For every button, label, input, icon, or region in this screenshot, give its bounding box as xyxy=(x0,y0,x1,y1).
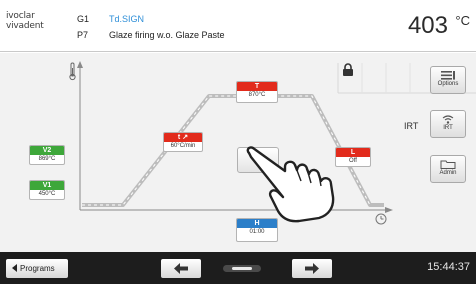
x-axis-arrow xyxy=(385,207,393,213)
lock-icon[interactable] xyxy=(341,63,355,77)
header: ivoclar vivadent G1 P7 Td.SIGN Glaze fir… xyxy=(0,0,476,52)
clock-icon xyxy=(375,213,387,225)
program-number: P7 xyxy=(77,30,89,40)
heat-rate-param[interactable]: t ↗ 60°C/min xyxy=(163,132,203,152)
options-button[interactable]: Options xyxy=(430,66,466,94)
pointing-hand-icon xyxy=(246,146,335,223)
clock-time: 15:44:37 xyxy=(427,261,470,273)
arrow-right-icon xyxy=(305,263,319,274)
temperature-unit: °C xyxy=(455,13,470,28)
irt-button[interactable]: IRT xyxy=(430,110,466,138)
program-tag: Td.SIGN xyxy=(109,14,145,24)
ivoclar-vivadent-logo: ivoclar vivadent xyxy=(6,11,44,31)
back-arrow-icon xyxy=(12,264,17,272)
program-group: G1 xyxy=(77,14,90,24)
previous-page-button[interactable] xyxy=(161,259,201,278)
firing-temperature-param[interactable]: T 870°C xyxy=(236,81,278,103)
irt-title: IRT xyxy=(404,121,419,131)
programs-button[interactable]: Programs xyxy=(6,259,68,278)
y-axis-arrow xyxy=(77,61,83,68)
vacuum-1-param[interactable]: V1 450°C xyxy=(29,180,65,200)
arrow-left-icon xyxy=(174,263,188,274)
next-page-button[interactable] xyxy=(292,259,332,278)
thermometer-icon xyxy=(69,62,76,81)
folder-icon xyxy=(440,160,456,169)
program-name: Glaze firing w.o. Glaze Paste xyxy=(109,30,225,40)
firing-curve-panel: V2 869°C V1 450°C t ↗ 60°C/min T 870°C L… xyxy=(0,53,476,252)
page-indicator xyxy=(223,265,261,272)
admin-button[interactable]: Admin xyxy=(430,155,466,183)
chamber-temperature: 403 xyxy=(407,12,448,39)
irt-signal-icon xyxy=(442,115,454,124)
vacuum-2-param[interactable]: V2 869°C xyxy=(29,145,65,165)
options-icon xyxy=(441,71,455,80)
bottom-bar: Programs 15:44:37 xyxy=(0,252,476,284)
